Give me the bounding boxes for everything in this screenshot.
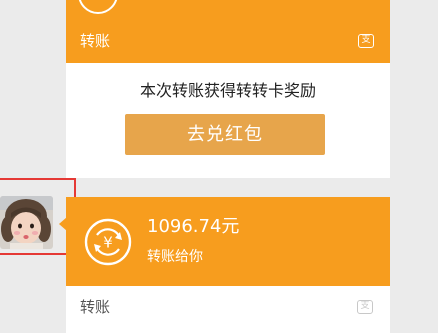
avatar[interactable] bbox=[0, 196, 53, 249]
transfer-subtitle: 转账给你 bbox=[147, 249, 203, 265]
transfer-card[interactable]: ¥ 1096.74元 转账给你 bbox=[66, 197, 390, 286]
redeem-red-packet-button[interactable]: 去兑红包 bbox=[125, 114, 325, 155]
transfer-card-top[interactable]: 转账 支 bbox=[66, 0, 390, 63]
reward-message: 本次转账获得转转卡奖励 bbox=[139, 81, 316, 100]
transfer-card-footer[interactable]: 转账 支 bbox=[66, 286, 390, 333]
alipay-logo-icon: 支 bbox=[357, 300, 373, 314]
avatar-photo bbox=[0, 196, 53, 249]
transfer-type-label: 转账 bbox=[80, 298, 111, 316]
transfer-amount: 1096.74元 bbox=[147, 216, 240, 237]
alipay-logo-icon: 支 bbox=[358, 34, 374, 48]
transfer-type-label: 转账 bbox=[80, 32, 111, 50]
reward-panel: 本次转账获得转转卡奖励 去兑红包 bbox=[66, 63, 390, 178]
svg-text:¥: ¥ bbox=[103, 234, 113, 252]
transfer-icon: ¥ bbox=[84, 218, 132, 266]
transfer-icon bbox=[78, 0, 118, 14]
